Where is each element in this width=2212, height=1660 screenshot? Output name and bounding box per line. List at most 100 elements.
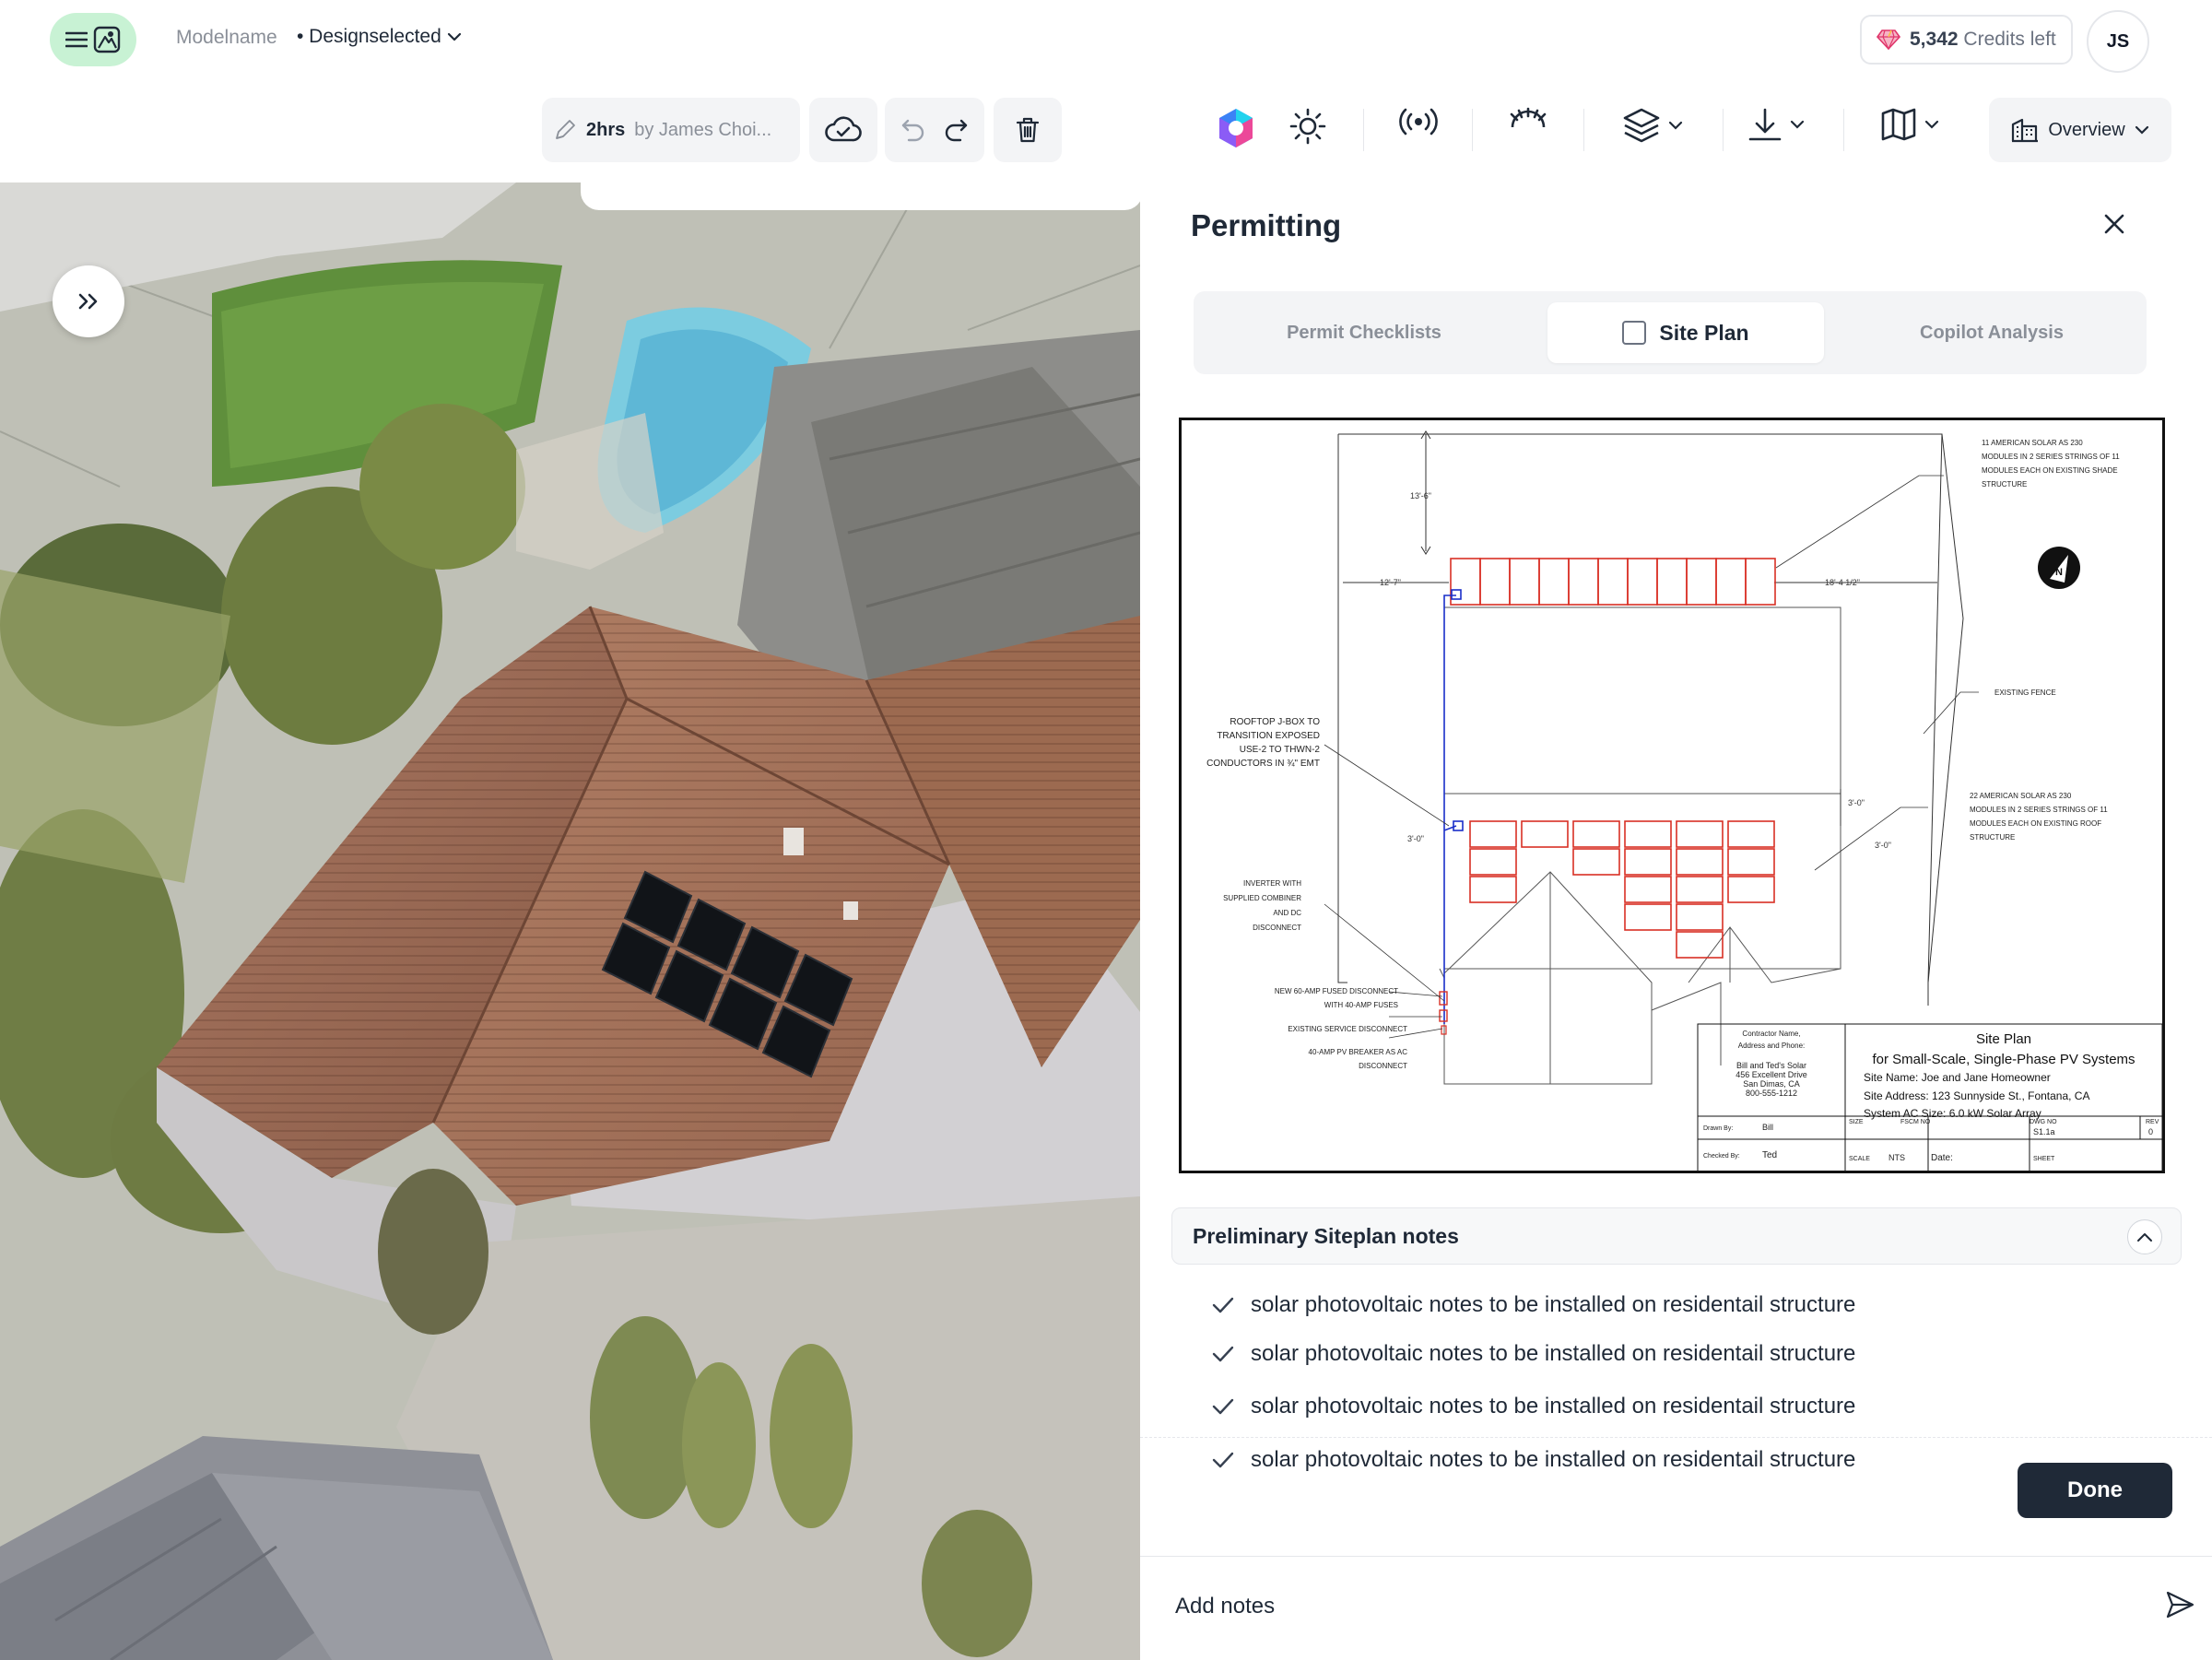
layers-icon [1623,108,1660,143]
tb-site-name: Site Name: Joe and Jane Homeowner [1864,1071,2051,1084]
permit-tabs: Permit Checklists Site Plan Copilot Anal… [1194,291,2147,374]
map-overlay-card [581,182,1143,210]
callout-inverter-1: INVERTER WITH [1243,879,1301,888]
signal-button[interactable] [1399,107,1438,136]
note-text: solar photovoltaic notes to be installed… [1251,1394,1856,1419]
credits-count: 5,342 [1910,29,1959,50]
check-icon [1212,1398,1234,1415]
tb-drawn-by-label: Drawn By: [1703,1125,1733,1132]
add-notes-bar [1140,1556,2212,1660]
aerial-imagery [0,182,1140,1660]
undo-icon[interactable] [900,117,926,143]
horizon-icon [1510,107,1547,128]
credits-label: Credits left [1963,29,2056,50]
tb-contractor-1: Bill and Ted's Solar [1736,1061,1806,1070]
tab-copilot-analysis[interactable]: Copilot Analysis [1837,291,2147,374]
edit-time: 2hrs [586,119,626,140]
logo-icon [93,26,121,53]
edit-author: by James Choi... [634,119,772,140]
callout-breaker-2: DISCONNECT [1359,1062,1407,1070]
credits-badge[interactable]: 5,342 Credits left [1860,15,2073,65]
gem-icon [1877,29,1900,51]
site-plan-drawing[interactable]: 13'-6" 12'-7" 18'-4 1/2" 3'-0" 3'-0" 3'-… [1179,418,2165,1173]
user-avatar[interactable]: JS [2087,10,2149,73]
pencil-icon [556,120,575,139]
dim-mid-left: 3'-0" [1407,834,1424,843]
trash-icon [1016,117,1040,143]
top-bar: Modelname • Designselected 5,342 Credits… [0,0,2212,79]
tb-subtitle: for Small-Scale, Single-Phase PV Systems [1872,1052,2135,1067]
callout-service: EXISTING SERVICE DISCONNECT [1288,1025,1407,1033]
callout-inverter-3: AND DC [1273,909,1301,917]
close-panel-button[interactable] [2104,214,2124,234]
permitting-panel: Permitting Permit Checklists Site Plan C… [1140,182,2212,1660]
callout-roof-4: STRUCTURE [1970,833,2015,842]
tab-site-plan[interactable]: Site Plan [1547,302,1824,363]
toolbar-divider [1472,109,1473,151]
model-name-breadcrumb[interactable]: Modelname [176,27,277,49]
broadcast-icon [1399,108,1438,135]
design-selected-label: • Designselected [297,26,441,47]
note-text: solar photovoltaic notes to be installed… [1251,1292,1856,1317]
download-dropdown[interactable] [1747,107,1805,142]
add-notes-input[interactable] [1175,1594,2097,1619]
note-item: solar photovoltaic notes to be installed… [1212,1292,1855,1318]
site-plan-checkbox[interactable] [1622,321,1647,345]
tb-checked-by-label: Checked By: [1703,1153,1740,1160]
overview-dropdown[interactable]: Overview [1989,98,2171,162]
delete-button[interactable] [994,98,1062,162]
tb-contractor-4: 800-555-1212 [1746,1089,1797,1098]
tb-contractor-label-1: Contractor Name, [1742,1030,1800,1038]
main-menu-button[interactable] [50,13,136,66]
toolbar-divider [1363,109,1364,151]
tb-drawn-by: Bill [1762,1123,1773,1132]
horizon-button[interactable] [1509,107,1547,133]
callout-jbox-4: CONDUCTORS IN ¾" EMT [1206,759,1320,769]
note-text: solar photovoltaic notes to be installed… [1251,1341,1856,1366]
collapse-notes-button[interactable] [2127,1219,2162,1254]
layers-dropdown[interactable] [1622,107,1683,144]
north-arrow-icon: N [2038,547,2080,589]
send-note-button[interactable] [2165,1590,2194,1619]
lighting-button[interactable] [1288,107,1327,146]
map-icon [1881,108,1916,141]
map-3d-view[interactable] [0,182,1140,1660]
overview-label: Overview [2048,119,2125,140]
toolbar-divider [1843,109,1844,151]
menu-icon [65,31,88,48]
redo-icon[interactable] [943,117,969,143]
tb-title: Site Plan [1976,1031,2031,1047]
toolbar: 2hrs by James Choi... Overview [0,79,2212,182]
cloud-save-button[interactable] [809,98,877,162]
callout-fence: EXISTING FENCE [1994,689,2056,697]
chevron-down-icon [2135,125,2148,135]
expand-sidebar-button[interactable] [53,265,124,337]
design-selector[interactable]: • Designselected [297,26,462,48]
tb-rev-label: REV [2146,1119,2159,1125]
undo-redo-group [885,98,984,162]
dim-right: 18'-4 1/2" [1825,578,1860,587]
callout-jbox-3: USE-2 TO THWN-2 [1240,745,1321,755]
send-icon [2166,1591,2194,1619]
check-icon [1212,1346,1234,1362]
siteplan-notes-header[interactable]: Preliminary Siteplan notes [1171,1207,2182,1265]
building-icon [2012,118,2039,143]
callout-roof-2: MODULES IN 2 SERIES STRINGS OF 11 [1970,806,2108,814]
done-button[interactable]: Done [2018,1463,2172,1518]
hexagon-logo-icon [1219,109,1253,147]
edit-history-pill[interactable]: 2hrs by James Choi... [542,98,800,162]
roof-array [1469,820,1775,959]
tb-contractor-2: 456 Excellent Drive [1735,1070,1807,1079]
tb-dwg-no: S1.1a [2033,1127,2055,1136]
close-icon [2104,214,2124,234]
tab-permit-checklists[interactable]: Permit Checklists [1194,291,1535,374]
map-dropdown[interactable] [1880,107,1939,142]
ai-logo-button[interactable] [1217,107,1255,149]
note-text: solar photovoltaic notes to be installed… [1251,1447,1856,1472]
tab-label: Site Plan [1659,320,1749,345]
callout-fused-1: NEW 60-AMP FUSED DISCONNECT [1275,987,1398,995]
chevron-down-icon [1668,121,1683,130]
tb-size-label: SIZE [1849,1119,1864,1125]
callout-roof-1: 22 AMERICAN SOLAR AS 230 [1970,792,2072,800]
shade-structure-array [1450,558,1776,606]
